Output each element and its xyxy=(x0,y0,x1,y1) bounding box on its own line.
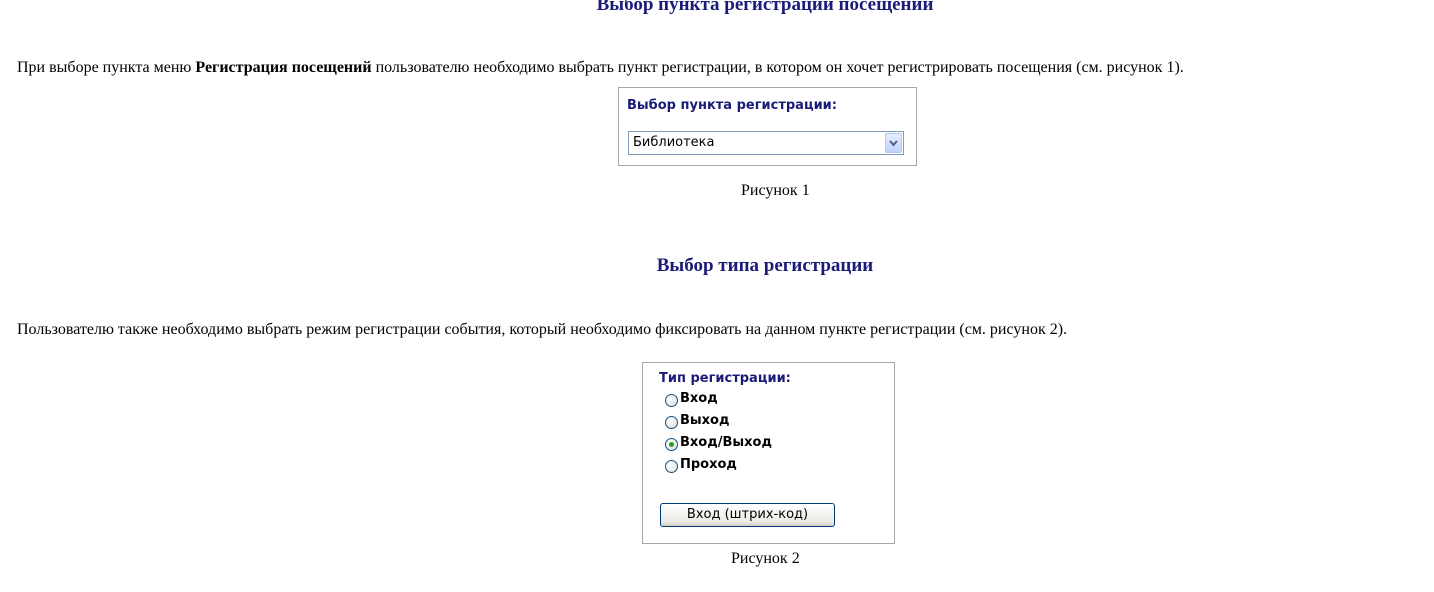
section-title-point: Выбор пункта регистрации посещений xyxy=(596,0,934,15)
radio-label: Проход xyxy=(680,457,737,472)
radio-button[interactable] xyxy=(665,416,678,429)
para-text-before: При выборе пункта меню xyxy=(17,59,196,76)
para-text-after: пользователю необходимо выбрать пункт ре… xyxy=(371,59,1184,76)
point-select-dropdown[interactable]: Библиотека xyxy=(628,131,904,155)
point-select-label: Выбор пункта регистрации: xyxy=(627,98,837,113)
radio-button[interactable] xyxy=(665,460,678,473)
menu-item-reference: Регистрация посещений xyxy=(195,59,372,76)
radio-label: Вход/Выход xyxy=(680,435,772,450)
intro-paragraph: При выборе пункта меню Регистрация посещ… xyxy=(17,59,1184,77)
radio-button[interactable] xyxy=(665,438,678,451)
section-title-type: Выбор типа регистрации xyxy=(656,255,874,276)
radio-label: Выход xyxy=(680,413,730,428)
radio-button[interactable] xyxy=(665,394,678,407)
radio-label: Вход xyxy=(680,391,718,406)
dropdown-button[interactable] xyxy=(885,133,902,153)
entry-barcode-button[interactable]: Вход (штрих-код) xyxy=(660,503,835,527)
registration-type-label: Тип регистрации: xyxy=(659,371,791,386)
figure-2-caption: Рисунок 2 xyxy=(731,550,800,567)
chevron-down-icon xyxy=(889,140,898,147)
point-select-value: Библиотека xyxy=(633,135,715,150)
type-paragraph: Пользователю также необходимо выбрать ре… xyxy=(17,321,1068,338)
figure-2-type-selector: Тип регистрации: Вход Выход Вход/Выход П… xyxy=(642,362,895,544)
figure-1-caption: Рисунок 1 xyxy=(741,182,810,199)
figure-1-point-selector: Выбор пункта регистрации: Библиотека xyxy=(618,87,917,166)
